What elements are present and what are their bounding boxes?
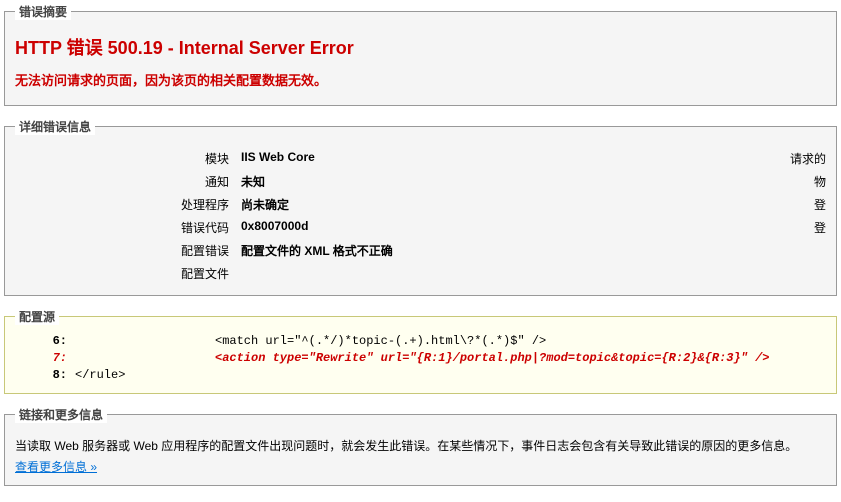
config-source-line: 7:<action type="Rewrite" url="{R:1}/port… xyxy=(15,350,826,367)
config-source-line: 6:<match url="^(.*/)*topic-(.+).html\?*(… xyxy=(15,333,826,350)
table-row: 处理程序尚未确定登 xyxy=(15,193,826,216)
detail-label: 配置文件 xyxy=(15,262,235,285)
table-row: 配置文件 xyxy=(15,262,826,285)
config-source-block: 6:<match url="^(.*/)*topic-(.+).html\?*(… xyxy=(15,333,826,383)
detail-right xyxy=(781,262,826,285)
detail-label: 通知 xyxy=(15,170,235,193)
detail-value: 配置文件的 XML 格式不正确 xyxy=(235,239,781,262)
links-section: 链接和更多信息 当读取 Web 服务器或 Web 应用程序的配置文件出现问题时，… xyxy=(4,406,837,486)
detail-right: 登 xyxy=(781,216,826,239)
config-source-legend: 配置源 xyxy=(15,308,59,325)
error-summary-legend: 错误摘要 xyxy=(15,3,71,20)
line-code: </rule> xyxy=(75,367,826,384)
detail-label: 配置错误 xyxy=(15,239,235,262)
detail-value: IIS Web Core xyxy=(235,147,781,170)
config-source-section: 配置源 6:<match url="^(.*/)*topic-(.+).html… xyxy=(4,308,837,394)
table-row: 配置错误配置文件的 XML 格式不正确 xyxy=(15,239,826,262)
table-row: 模块IIS Web Core请求的 xyxy=(15,147,826,170)
detail-value xyxy=(235,262,781,285)
links-legend: 链接和更多信息 xyxy=(15,406,107,423)
config-source-line: 8:</rule> xyxy=(15,367,826,384)
detail-label: 错误代码 xyxy=(15,216,235,239)
more-info-link[interactable]: 查看更多信息 » xyxy=(15,460,97,474)
error-description: 无法访问请求的页面，因为该页的相关配置数据无效。 xyxy=(15,70,826,89)
detail-label: 模块 xyxy=(15,147,235,170)
error-detail-table: 模块IIS Web Core请求的通知未知物处理程序尚未确定登错误代码0x800… xyxy=(15,147,826,285)
detail-value: 未知 xyxy=(235,170,781,193)
error-summary-section: 错误摘要 HTTP 错误 500.19 - Internal Server Er… xyxy=(4,3,837,106)
line-number: 7: xyxy=(15,350,75,367)
detail-value: 尚未确定 xyxy=(235,193,781,216)
line-number: 6: xyxy=(15,333,75,350)
table-row: 通知未知物 xyxy=(15,170,826,193)
detail-right: 登 xyxy=(781,193,826,216)
error-detail-legend: 详细错误信息 xyxy=(15,118,95,135)
detail-value: 0x8007000d xyxy=(235,216,781,239)
error-title: HTTP 错误 500.19 - Internal Server Error xyxy=(15,34,826,60)
table-row: 错误代码0x8007000d登 xyxy=(15,216,826,239)
line-number: 8: xyxy=(15,367,75,384)
line-code: <match url="^(.*/)*topic-(.+).html\?*(.*… xyxy=(75,333,826,350)
detail-right: 物 xyxy=(781,170,826,193)
line-code: <action type="Rewrite" url="{R:1}/portal… xyxy=(75,350,826,367)
detail-right: 请求的 xyxy=(781,147,826,170)
detail-label: 处理程序 xyxy=(15,193,235,216)
links-text: 当读取 Web 服务器或 Web 应用程序的配置文件出现问题时，就会发生此错误。… xyxy=(15,437,826,454)
detail-right xyxy=(781,239,826,262)
error-detail-section: 详细错误信息 模块IIS Web Core请求的通知未知物处理程序尚未确定登错误… xyxy=(4,118,837,296)
